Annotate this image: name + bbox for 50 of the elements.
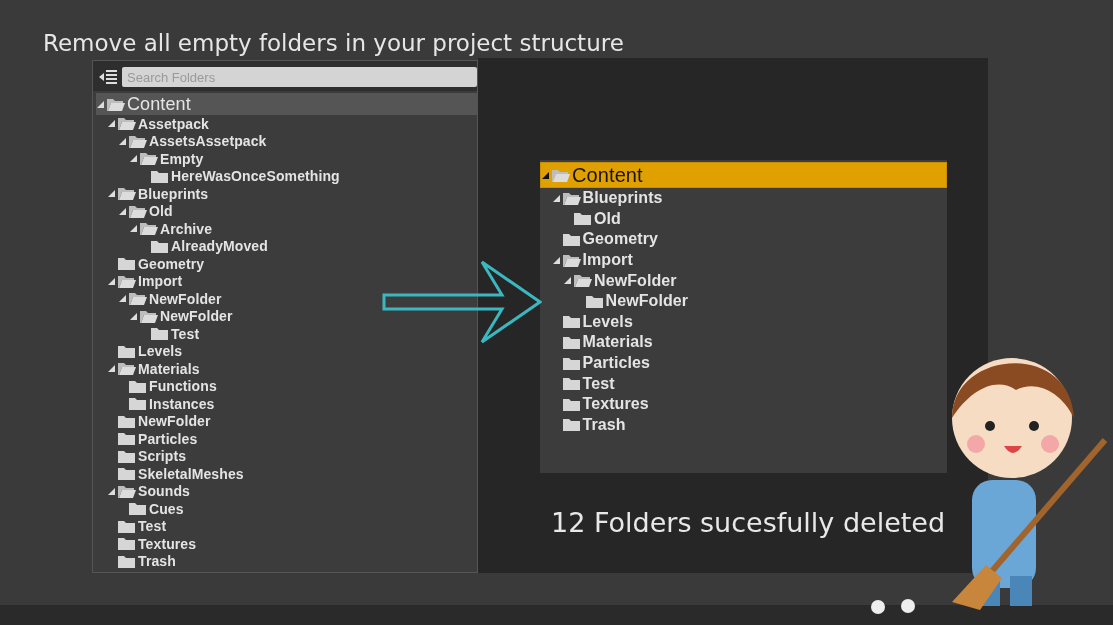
folder-row[interactable]: Functions bbox=[96, 377, 477, 395]
folder-row[interactable]: NewFolder bbox=[96, 290, 477, 308]
expander-icon[interactable] bbox=[107, 486, 116, 496]
folder-row[interactable]: NewFolder bbox=[96, 412, 477, 430]
folder-row[interactable]: Content bbox=[540, 162, 947, 188]
expander-icon[interactable] bbox=[107, 364, 116, 374]
folder-row[interactable]: Materials bbox=[96, 360, 477, 378]
folder-row[interactable]: Import bbox=[96, 272, 477, 290]
folder-row[interactable]: Content bbox=[96, 93, 477, 115]
folder-row[interactable]: Geometry bbox=[96, 255, 477, 273]
folder-row[interactable]: Instances bbox=[96, 395, 477, 413]
folder-row[interactable]: Particles bbox=[96, 430, 477, 448]
folder-row[interactable]: Levels bbox=[96, 342, 477, 360]
folder-row[interactable]: Geometry bbox=[540, 229, 947, 250]
folder-row[interactable]: NewFolder bbox=[96, 307, 477, 325]
folder-row[interactable]: NewFolder bbox=[540, 270, 947, 291]
folder-row[interactable]: Test bbox=[540, 373, 947, 394]
folder-row[interactable]: Old bbox=[96, 202, 477, 220]
folder-row[interactable]: Blueprints bbox=[540, 188, 947, 209]
folder-row[interactable]: AlreadyMoved bbox=[96, 237, 477, 255]
folder-row[interactable]: Old bbox=[540, 208, 947, 230]
folder-row[interactable]: Blueprints bbox=[96, 185, 477, 203]
expander-icon[interactable] bbox=[541, 170, 550, 180]
folder-row[interactable]: Textures bbox=[96, 535, 477, 553]
folder-row[interactable]: Trash bbox=[96, 552, 477, 570]
folder-row[interactable]: Archive bbox=[96, 220, 477, 238]
expander-icon[interactable] bbox=[563, 276, 572, 286]
folder-row[interactable]: Levels bbox=[540, 311, 947, 333]
expander-icon[interactable] bbox=[551, 193, 561, 203]
filter-list-icon[interactable] bbox=[98, 68, 118, 86]
headline: Remove all empty folders in your project structure bbox=[42, 29, 625, 58]
folder-row[interactable]: Import bbox=[540, 249, 947, 271]
folder-row[interactable]: Sounds bbox=[96, 482, 477, 500]
folder-row[interactable]: Particles bbox=[540, 352, 947, 374]
folder-row[interactable]: NewFolder bbox=[540, 290, 947, 312]
folder-row[interactable]: Trash bbox=[540, 414, 947, 436]
folder-row[interactable]: SkeletalMeshes bbox=[96, 465, 477, 483]
folder-row[interactable]: AssetsAssetpack bbox=[96, 132, 477, 150]
folder-row[interactable]: Test bbox=[96, 517, 477, 535]
folder-row[interactable]: Materials bbox=[540, 332, 947, 353]
search-field[interactable]: Search Folders bbox=[122, 67, 477, 87]
folder-row[interactable]: HereWasOnceSomething bbox=[96, 167, 477, 185]
expander-icon[interactable] bbox=[551, 255, 561, 265]
folder-row[interactable]: Test bbox=[96, 325, 477, 343]
folder-row[interactable]: Assetpack bbox=[96, 115, 477, 133]
folder-row[interactable]: Cues bbox=[96, 500, 477, 518]
folder-row[interactable]: Textures bbox=[540, 393, 947, 415]
folder-row[interactable]: Scripts bbox=[96, 447, 477, 465]
folder-row[interactable]: Empty bbox=[96, 150, 477, 168]
caption: 12 Folders sucesfully deleted bbox=[551, 507, 946, 538]
